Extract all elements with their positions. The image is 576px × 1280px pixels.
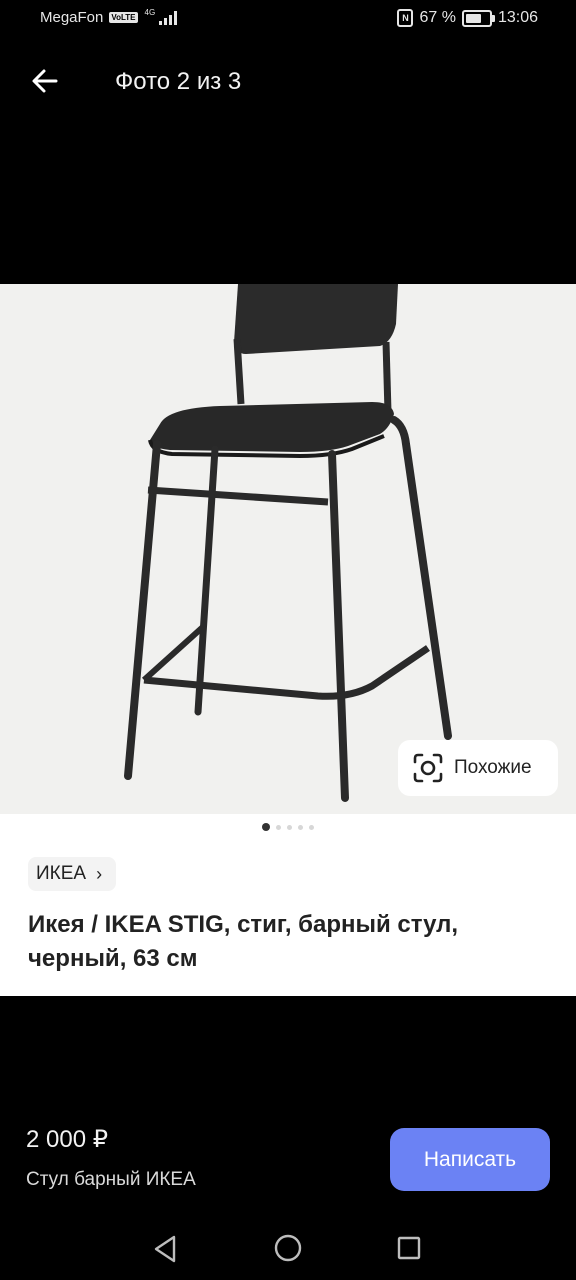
gallery-dot — [309, 824, 314, 830]
gallery-dot — [287, 824, 292, 830]
signal-icon — [159, 10, 178, 25]
product-photo[interactable]: Похожие — [0, 284, 576, 814]
listing-title: Икея / IKEA STIG, стиг, барный стул, чер… — [28, 911, 459, 972]
gallery-dot — [262, 823, 270, 831]
status-left: MegaFon VoLTE 4G — [40, 8, 178, 26]
photo-counter: Фото 2 из 3 — [115, 68, 242, 95]
battery-fill — [465, 13, 481, 23]
battery-icon — [461, 9, 495, 27]
square-recents-icon — [397, 1236, 421, 1260]
chevron-right-icon: › — [96, 863, 103, 884]
status-right: N 67 % 13:06 — [397, 9, 538, 27]
listing-sheet: Похожие ИКЕА › Икея / IKEA STIG, стиг, б… — [0, 284, 576, 996]
similar-label: Похожие — [454, 757, 532, 778]
system-nav-bar — [0, 1222, 576, 1278]
scan-icon — [413, 753, 443, 783]
top-app-bar: Фото 2 из 3 — [0, 50, 576, 114]
circle-home-icon — [274, 1234, 302, 1262]
similar-button[interactable]: Похожие — [398, 740, 558, 796]
listing-subtitle: Стул барный ИКЕА — [26, 1169, 196, 1190]
gallery-dot — [298, 824, 303, 830]
carrier-label: MegaFon — [40, 9, 104, 26]
gallery-dots — [0, 823, 576, 831]
nav-home-button[interactable] — [274, 1234, 302, 1262]
nav-recents-button[interactable] — [397, 1236, 421, 1260]
back-button[interactable] — [28, 64, 62, 98]
brand-chip[interactable]: ИКЕА › — [28, 857, 117, 891]
bar-stool-image — [124, 284, 452, 802]
triangle-back-icon — [154, 1235, 176, 1263]
status-bar: MegaFon VoLTE 4G N 67 % 13:06 — [0, 0, 576, 36]
write-message-button[interactable]: Написать — [390, 1128, 550, 1191]
network-type: 4G — [144, 8, 156, 17]
brand-label: ИКЕА — [36, 863, 87, 884]
nfc-icon: N — [397, 9, 414, 27]
listing-price: 2 000 ₽ — [26, 1126, 108, 1153]
arrow-left-icon — [32, 69, 58, 93]
battery-percent: 67 % — [419, 9, 456, 26]
volte-badge: VoLTE — [109, 12, 138, 23]
gallery-dot — [276, 824, 281, 830]
nav-back-button[interactable] — [152, 1234, 178, 1264]
clock: 13:06 — [497, 9, 538, 26]
